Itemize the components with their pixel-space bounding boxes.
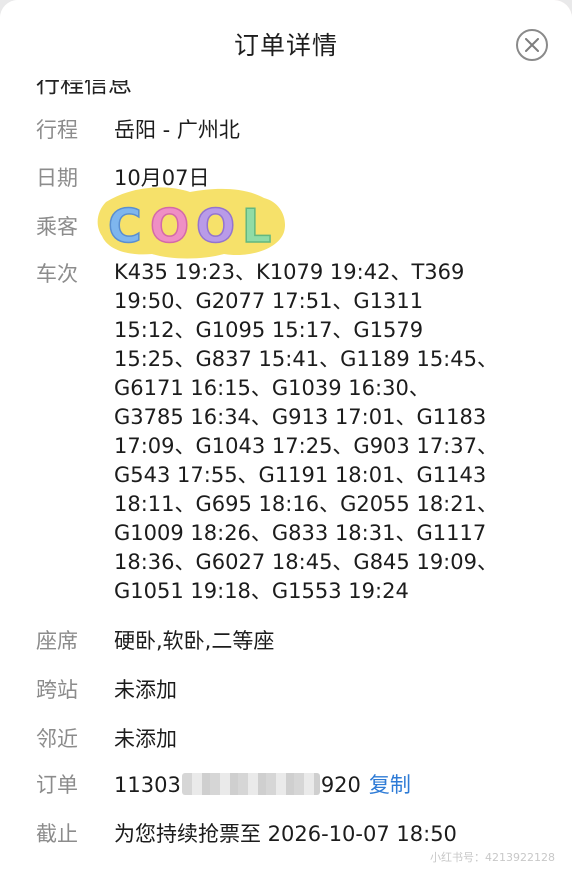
- train-line: 15:12、G1095 15:17、G1579: [114, 318, 424, 342]
- train-line: 19:50、G2077 17:51、G1311: [114, 289, 424, 313]
- train-line: G6171 16:15、G1039 16:30、: [114, 376, 430, 400]
- seat-label: 座席: [36, 629, 78, 653]
- svg-text:C: C: [108, 199, 142, 253]
- train-line: G1051 19:18、G1553 19:24: [114, 579, 409, 603]
- train-line: 18:36、G6027 18:45、G845 19:09、: [114, 550, 498, 574]
- sheet-header: 订单详情: [0, 0, 572, 80]
- deadline-label: 截止: [36, 822, 78, 846]
- watermark: 小红书号：4213922128: [430, 851, 555, 864]
- train-line: K435 19:23、K1079 19:42、T369: [114, 260, 465, 284]
- svg-text:O: O: [196, 199, 235, 253]
- trains-label: 车次: [36, 262, 78, 286]
- close-icon: [525, 38, 539, 52]
- nearby-label: 邻近: [36, 727, 78, 751]
- train-line: 17:09、G1043 17:25、G903 17:37、: [114, 434, 498, 458]
- svg-text:L: L: [242, 199, 271, 253]
- train-line: G543 17:55、G1191 18:01、G1143: [114, 463, 487, 487]
- cool-sticker: C O O L: [97, 187, 286, 259]
- cross-station-label: 跨站: [36, 678, 78, 702]
- order-label: 订单: [36, 773, 78, 797]
- train-line: G1009 18:26、G833 18:31、G1117: [114, 521, 487, 545]
- route-label: 行程: [36, 118, 78, 142]
- nearby-value: 未添加: [114, 727, 177, 751]
- train-line: 18:11、G695 18:16、G2055 18:21、: [114, 492, 498, 516]
- trains-list: K435 19:23、K1079 19:42、T369 19:50、G2077 …: [114, 258, 498, 606]
- train-line: G3785 16:34、G913 17:01、G1183: [114, 405, 487, 429]
- copy-order-button[interactable]: 复制: [369, 773, 411, 797]
- passenger-label: 乘客: [36, 215, 78, 239]
- cross-station-value: 未添加: [114, 678, 177, 702]
- svg-text:O: O: [150, 199, 189, 253]
- order-number: 11303 920 复制: [114, 771, 411, 800]
- deadline-value: 为您持续抢票至 2026-10-07 18:50: [114, 822, 457, 846]
- date-label: 日期: [36, 166, 78, 190]
- order-detail-sheet: 订单详情 行程信息 行程 岳阳 - 广州北 日期 10月07日 乘客 C O O…: [0, 0, 572, 875]
- route-value: 岳阳 - 广州北: [114, 118, 240, 142]
- order-number-suffix: 920: [320, 773, 361, 797]
- train-line: 15:25、G837 15:41、G1189 15:45、: [114, 347, 498, 371]
- close-button[interactable]: [516, 29, 548, 61]
- order-number-redacted: [181, 773, 320, 795]
- seat-value: 硬卧,软卧,二等座: [114, 629, 275, 653]
- page-title: 订单详情: [233, 31, 338, 60]
- order-number-prefix: 11303: [114, 773, 181, 797]
